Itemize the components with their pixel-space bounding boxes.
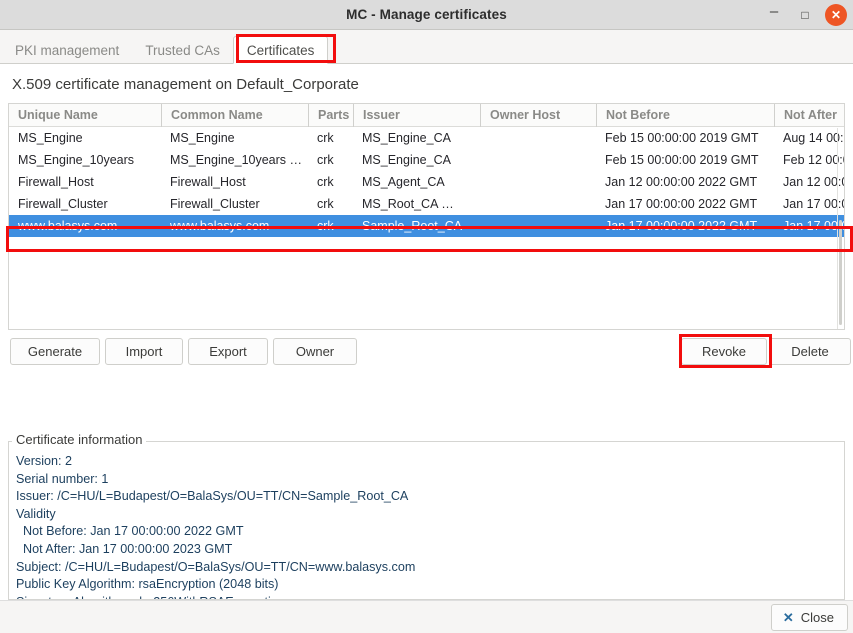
generate-button[interactable]: Generate [10, 338, 100, 365]
certificate-info-line: Issuer: /C=HU/L=Budapest/O=BalaSys/OU=TT… [16, 489, 409, 504]
certificate-info-line: Validity [16, 506, 56, 521]
cell-not-before: Jan 17 00:00:00 2022 GMT [605, 197, 758, 211]
certificate-info-line: Not Before: Jan 17 00:00:00 2022 GMT [16, 524, 244, 539]
certificate-information-frame[interactable]: Version: 2 Serial number: 1 Issuer: /C=HU/… [8, 441, 845, 600]
cell-not-before: Jan 12 00:00:00 2022 GMT [605, 175, 758, 189]
column-header-owner-host[interactable]: Owner Host [480, 104, 596, 127]
window-controls: – □ ✕ [763, 0, 847, 30]
table-row-selected[interactable]: www.balasys.com www.balasys.com crk Samp… [9, 215, 844, 237]
maximize-icon[interactable]: □ [794, 4, 816, 26]
column-header-not-after[interactable]: Not After [774, 104, 844, 127]
cell-common-name: MS_Engine [170, 131, 235, 145]
cell-not-after: Jan 17 00:0 [783, 197, 845, 211]
window-title: MC - Manage certificates [346, 7, 507, 22]
close-button-label: Close [800, 610, 834, 625]
certificate-info-line: Serial number: 1 [16, 471, 109, 486]
close-button[interactable]: ✕ Close [770, 604, 848, 631]
revoke-button[interactable]: Revoke [681, 338, 767, 365]
export-button[interactable]: Export [188, 338, 268, 365]
cell-parts: crk [317, 219, 334, 233]
minimize-icon[interactable]: – [763, 4, 785, 26]
table-row[interactable]: MS_Engine_10years MS_Engine_10years … cr… [9, 149, 844, 171]
certificate-info-line: Subject: /C=HU/L=Budapest/O=BalaSys/OU=T… [16, 559, 416, 574]
cell-common-name: MS_Engine_10years … [170, 153, 303, 167]
close-icon[interactable]: ✕ [825, 4, 847, 26]
cell-owner-host [480, 215, 596, 237]
column-header-not-before[interactable]: Not Before [596, 104, 774, 127]
tab-trusted-cas[interactable]: Trusted CAs [132, 36, 233, 64]
cell-common-name: www.balasys.com [170, 219, 270, 233]
cell-parts: crk [317, 175, 334, 189]
table-vertical-rule [837, 128, 838, 329]
table-row[interactable]: MS_Engine MS_Engine crk MS_Engine_CA Feb… [9, 127, 844, 149]
column-header-unique-name[interactable]: Unique Name [9, 104, 161, 127]
table-body: MS_Engine MS_Engine crk MS_Engine_CA Feb… [9, 127, 844, 237]
certificate-information-legend: Certificate information [12, 432, 147, 447]
cell-issuer: MS_Root_CA … [362, 197, 454, 211]
cell-issuer: MS_Engine_CA [362, 131, 451, 145]
column-header-common-name[interactable]: Common Name [161, 104, 308, 127]
cell-owner-host [480, 149, 596, 171]
cell-parts: crk [317, 153, 334, 167]
cell-not-before: Feb 15 00:00:00 2019 GMT [605, 131, 759, 145]
cell-common-name: Firewall_Host [170, 175, 246, 189]
delete-button[interactable]: Delete [769, 338, 851, 365]
certificate-info-line: Not After: Jan 17 00:00:00 2023 GMT [16, 541, 233, 556]
cell-unique-name: MS_Engine [18, 131, 83, 145]
cell-not-after: Jan 17 00:0 [783, 219, 845, 233]
cell-owner-host [480, 171, 596, 193]
cell-common-name: Firewall_Cluster [170, 197, 260, 211]
cell-unique-name: Firewall_Cluster [18, 197, 108, 211]
column-header-issuer[interactable]: Issuer [353, 104, 480, 127]
cell-issuer: MS_Engine_CA [362, 153, 451, 167]
cell-unique-name: MS_Engine_10years [18, 153, 135, 167]
cell-not-before: Feb 15 00:00:00 2019 GMT [605, 153, 759, 167]
cell-issuer: Sample_Root_CA [362, 219, 463, 233]
cell-owner-host [480, 193, 596, 215]
close-x-icon: ✕ [782, 609, 794, 625]
tab-certificates[interactable]: Certificates [232, 36, 329, 64]
dialog-footer: ✕ Close [0, 600, 853, 633]
certificates-panel: X.509 certificate management on Default_… [0, 64, 853, 633]
table-row[interactable]: Firewall_Cluster Firewall_Cluster crk MS… [9, 193, 844, 215]
column-header-parts[interactable]: Parts [308, 104, 353, 127]
import-button[interactable]: Import [105, 338, 183, 365]
cell-owner-host [480, 127, 596, 149]
owner-button[interactable]: Owner [273, 338, 357, 365]
cell-not-after: Feb 12 00:0 [783, 153, 845, 167]
cell-parts: crk [317, 131, 334, 145]
cell-not-after: Aug 14 00:0 [783, 131, 845, 145]
cell-unique-name: Firewall_Host [18, 175, 94, 189]
certificate-information-text: Version: 2 Serial number: 1 Issuer: /C=HU/… [16, 453, 840, 599]
cell-issuer: MS_Agent_CA [362, 175, 445, 189]
tab-pki-management[interactable]: PKI management [2, 36, 132, 64]
certificate-info-line: Version: 2 [16, 454, 73, 468]
table-row[interactable]: Firewall_Host Firewall_Host crk MS_Agent… [9, 171, 844, 193]
certificates-table[interactable]: Unique Name Common Name Parts Issuer Own… [8, 103, 845, 330]
certificate-info-line: Public Key Algorithm: rsaEncryption (204… [16, 577, 279, 592]
table-header-row: Unique Name Common Name Parts Issuer Own… [9, 104, 844, 127]
page-title: X.509 certificate management on Default_… [12, 76, 359, 93]
cell-not-before: Jan 17 00:00:00 2022 GMT [605, 219, 758, 233]
certificate-actions-toolbar: Generate Import Export Owner Revoke Dele… [8, 338, 851, 366]
cell-not-after: Jan 12 00:0 [783, 175, 845, 189]
tab-strip: PKI management Trusted CAs Certificates [0, 30, 853, 64]
certificate-information-group: Certificate information Version: 2 Serial… [8, 432, 845, 600]
window-titlebar: MC - Manage certificates – □ ✕ [0, 0, 853, 30]
cell-parts: crk [317, 197, 334, 211]
table-vertical-scrollbar[interactable] [839, 220, 842, 325]
cell-unique-name: www.balasys.com [18, 219, 118, 233]
